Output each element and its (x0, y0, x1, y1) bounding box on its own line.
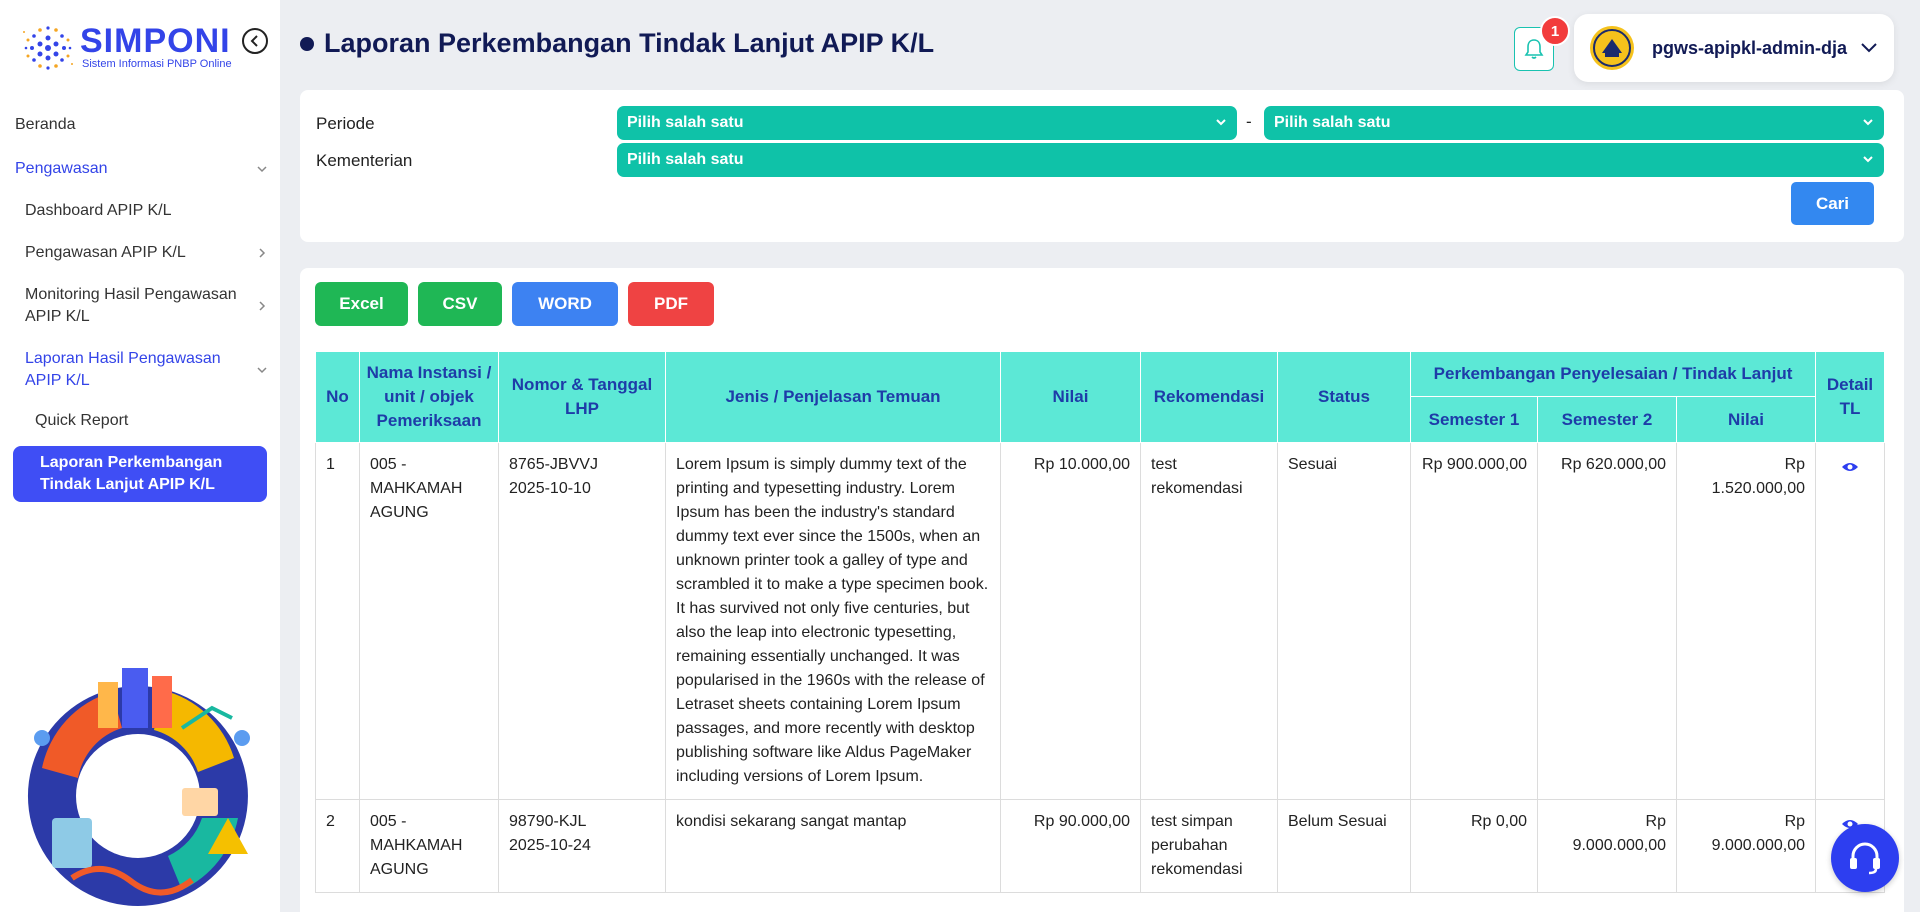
chevron-down-icon (1216, 119, 1226, 126)
simponi-logo-icon (23, 26, 73, 70)
cell-temuan: Lorem Ipsum is simply dummy text of the … (665, 442, 1001, 800)
col-header-rekomendasi: Rekomendasi (1140, 351, 1278, 443)
periode-end-select[interactable]: Pilih salah satu (1264, 106, 1884, 140)
page-title-text: Laporan Perkembangan Tindak Lanjut APIP … (324, 28, 935, 58)
chevron-down-icon (1861, 43, 1877, 53)
support-chat-button[interactable] (1831, 824, 1899, 892)
select-value: Pilih salah satu (627, 114, 744, 131)
username: pgws-apipkl-admin-dja (1652, 37, 1848, 58)
cell-nilai-tl: Rp 1.520.000,00 (1675, 442, 1817, 800)
cell-nilai: Rp 10.000,00 (1000, 442, 1141, 800)
sidebar-item-dashboard[interactable]: Dashboard APIP K/L (0, 194, 280, 228)
cell-instansi: 005 - MAHKAMAH AGUNG (359, 799, 499, 893)
sidebar-item-quick-report[interactable]: Quick Report (0, 404, 280, 438)
chevron-left-icon (250, 35, 258, 47)
kementerian-select[interactable]: Pilih salah satu (617, 143, 1884, 177)
cell-detail (1815, 442, 1886, 800)
report-table-panel: Excel CSV WORD PDF No Nama Instansi / un… (300, 268, 1904, 912)
select-value: Pilih salah satu (1274, 114, 1391, 131)
cell-instansi: 005 - MAHKAMAH AGUNG (359, 442, 499, 800)
kemenkeu-logo-icon (1590, 26, 1634, 70)
sidebar-group-pengawasan[interactable]: Pengawasan (0, 152, 280, 186)
cell-no: 1 (315, 442, 360, 800)
select-value: Pilih salah satu (627, 151, 744, 168)
col-header-nilai-tl: Nilai (1675, 396, 1817, 443)
title-bullet (300, 36, 314, 51)
cell-no: 2 (315, 799, 360, 893)
chevron-down-icon (257, 367, 267, 374)
view-detail-eye-icon[interactable] (1841, 457, 1859, 481)
sidebar-item-monitoring[interactable]: Monitoring Hasil Pengawasan APIP K/L (0, 278, 280, 334)
sidebar-illustration (27, 668, 250, 906)
cell-semester1: Rp 900.000,00 (1410, 442, 1538, 800)
col-header-semester1: Semester 1 (1410, 396, 1538, 443)
search-button[interactable]: Cari (1791, 182, 1874, 225)
period-separator: - (1246, 112, 1252, 131)
export-csv-button[interactable]: CSV (418, 282, 502, 326)
brand-subtitle: Sistem Informasi PNBP Online (82, 58, 232, 70)
kementerian-label: Kementerian (316, 151, 413, 170)
sidebar-item-label: Pengawasan APIP K/L (25, 244, 186, 261)
periode-start-select[interactable]: Pilih salah satu (617, 106, 1237, 140)
report-table: No Nama Instansi / unit / objek Pemeriks… (315, 351, 1886, 893)
brand-logo[interactable]: SIMPONI Sistem Informasi PNBP Online (18, 18, 238, 78)
lhp-number: 8765-JBVVJ (509, 456, 598, 473)
cell-semester2: Rp 620.000,00 (1537, 442, 1677, 800)
chevron-down-icon (257, 166, 267, 173)
sidebar-nav: Beranda Pengawasan Dashboard APIP K/L Pe… (0, 108, 280, 502)
sidebar-group-label: Pengawasan (15, 160, 108, 177)
cell-nilai: Rp 90.000,00 (1000, 799, 1141, 893)
col-header-temuan: Jenis / Penjelasan Temuan (665, 351, 1001, 443)
table-row: 2 005 - MAHKAMAH AGUNG 98790-KJL 2025-10… (315, 799, 1886, 893)
sidebar-item-label: Laporan Hasil Pengawasan APIP K/L (25, 350, 221, 389)
cell-semester2: Rp 9.000.000,00 (1537, 799, 1677, 893)
col-header-nilai: Nilai (1000, 351, 1141, 443)
col-header-lhp: Nomor & Tanggal LHP (498, 351, 666, 443)
lhp-date: 2025-10-24 (509, 837, 591, 854)
notification-badge: 1 (1540, 16, 1570, 46)
cell-lhp: 8765-JBVVJ 2025-10-10 (498, 442, 666, 800)
periode-label: Periode (316, 114, 375, 133)
col-header-semester2: Semester 2 (1537, 396, 1677, 443)
sidebar-item-beranda[interactable]: Beranda (0, 108, 280, 142)
chevron-down-icon (1863, 156, 1873, 163)
export-toolbar: Excel CSV WORD PDF (315, 282, 724, 326)
filter-panel: Periode Pilih salah satu - Pilih salah s… (300, 90, 1904, 242)
cell-semester1: Rp 0,00 (1410, 799, 1538, 893)
col-header-perkembangan: Perkembangan Penyelesaian / Tindak Lanju… (1409, 351, 1817, 397)
table-row: 1 005 - MAHKAMAH AGUNG 8765-JBVVJ 2025-1… (315, 442, 1886, 800)
user-menu[interactable]: pgws-apipkl-admin-dja (1574, 14, 1894, 82)
cell-status: Belum Sesuai (1277, 799, 1411, 893)
lhp-date: 2025-10-10 (509, 480, 591, 497)
sidebar-item-laporan-hasil[interactable]: Laporan Hasil Pengawasan APIP K/L (0, 342, 280, 398)
sidebar-item-label: Monitoring Hasil Pengawasan APIP K/L (25, 286, 237, 325)
export-excel-button[interactable]: Excel (315, 282, 408, 326)
col-header-detail: Detail TL (1815, 351, 1886, 443)
cell-temuan: kondisi sekarang sangat mantap (665, 799, 1001, 893)
cell-rekomendasi: test rekomendasi (1140, 442, 1278, 800)
chevron-down-icon (1863, 119, 1873, 126)
col-header-status: Status (1277, 351, 1411, 443)
cell-rekomendasi: test simpan perubahan rekomendasi (1140, 799, 1278, 893)
page-title: Laporan Perkembangan Tindak Lanjut APIP … (300, 28, 934, 59)
cell-status: Sesuai (1277, 442, 1411, 800)
col-header-instansi: Nama Instansi / unit / objek Pemeriksaan (359, 351, 499, 443)
sidebar: SIMPONI Sistem Informasi PNBP Online Ber… (0, 0, 280, 912)
chevron-right-icon (259, 248, 266, 258)
bell-icon (1524, 39, 1544, 59)
col-header-no: No (315, 351, 360, 443)
sidebar-item-pengawasan-apip[interactable]: Pengawasan APIP K/L (0, 236, 280, 270)
export-pdf-button[interactable]: PDF (628, 282, 714, 326)
lhp-number: 98790-KJL (509, 813, 587, 830)
sidebar-item-laporan-perkembangan[interactable]: Laporan Perkembangan Tindak Lanjut APIP … (13, 446, 267, 502)
cell-nilai-tl: Rp 9.000.000,00 (1675, 799, 1817, 893)
export-word-button[interactable]: WORD (512, 282, 618, 326)
chevron-right-icon (259, 301, 266, 311)
cell-lhp: 98790-KJL 2025-10-24 (498, 799, 666, 893)
collapse-sidebar-button[interactable] (242, 28, 268, 54)
headset-icon (1850, 842, 1880, 875)
brand-name: SIMPONI (80, 22, 231, 60)
